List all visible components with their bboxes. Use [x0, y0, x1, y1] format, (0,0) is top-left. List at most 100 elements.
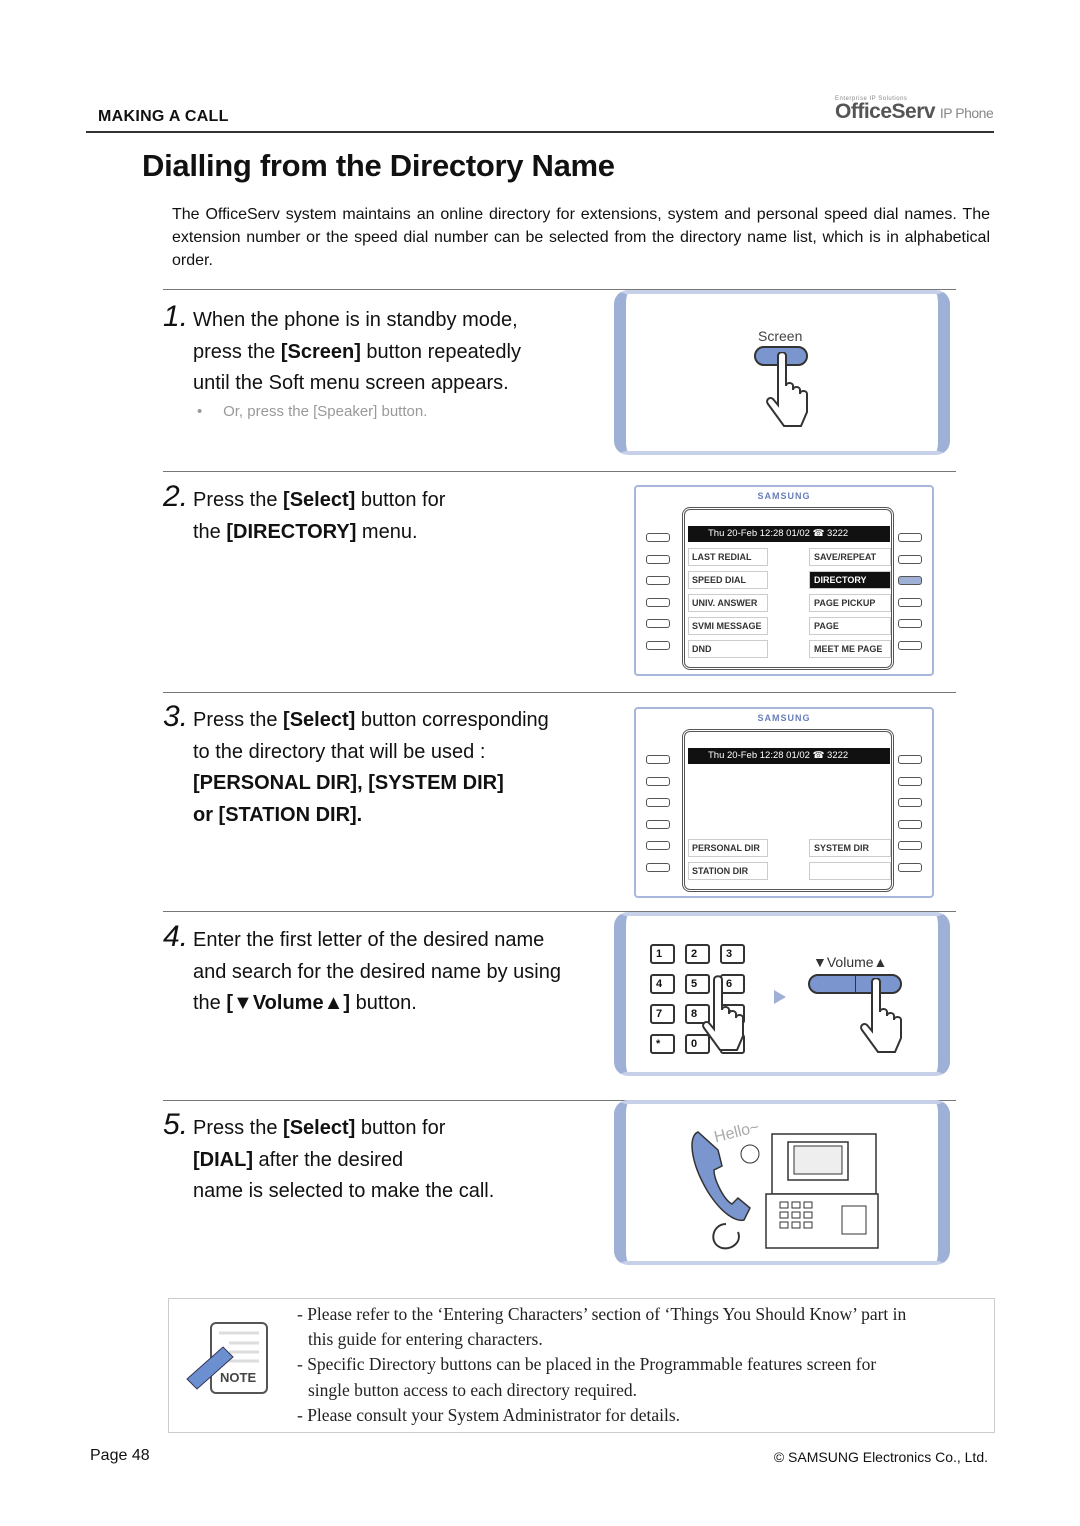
step-key: [▼Volume▲]: [226, 992, 351, 1014]
soft-key-left: [646, 533, 670, 542]
step-text: button.: [350, 992, 417, 1014]
step-text: Press the: [193, 709, 284, 731]
phone-lcd-directory-select: SAMSUNG Thu 20-Feb 12:28 01/02 ☎ 3222 PERS…: [634, 707, 934, 898]
lcd-menu-item: PAGE: [809, 617, 891, 635]
step-text: menu.: [356, 520, 418, 543]
pointing-hand-icon: [766, 352, 808, 427]
phone-call-illustration: Hello~: [614, 1100, 950, 1265]
copyright: © SAMSUNG Electronics Co., Ltd.: [773, 1449, 988, 1465]
step-text: button for: [355, 489, 446, 511]
soft-key-left: [646, 819, 670, 829]
step-text: to the directory that will be used :: [193, 740, 486, 763]
divider: [163, 692, 956, 693]
step-text: When the phone is in standby mode,: [193, 309, 518, 331]
step-text: button corresponding: [355, 709, 549, 731]
step-key: [Select]: [283, 1117, 356, 1139]
page-title: Dialling from the Directory Name: [142, 148, 615, 183]
lcd-menu-item: SVMI MESSAGE: [688, 617, 768, 635]
soft-key-right: [898, 554, 922, 564]
desk-phone-icon: [691, 1131, 879, 1250]
note-item: - Please consult your System Administrat…: [297, 1404, 681, 1425]
note-item: - Please refer to the ‘Entering Characte…: [297, 1304, 907, 1324]
lcd-menu-item: SAVE/REPEAT: [809, 548, 891, 566]
soft-key-right: [898, 576, 922, 585]
volume-label: ▼Volume▲: [813, 954, 888, 970]
lcd-menu-item: DIRECTORY: [809, 571, 891, 589]
soft-key-left: [646, 619, 670, 628]
phone-brand: SAMSUNG: [757, 713, 811, 723]
step-text: Press the: [193, 1117, 284, 1139]
step-key: [Select]: [283, 709, 356, 731]
soft-key-right: [898, 819, 922, 829]
keypad-key-*: *: [650, 1034, 675, 1054]
section-label: MAKING A CALL: [98, 108, 229, 125]
step-text: button for: [355, 1117, 446, 1139]
lcd-menu-item: DND: [688, 640, 768, 658]
step-text: and search for the desired name by using: [193, 960, 561, 983]
keypad-key-1: 1: [650, 944, 675, 964]
soft-key-right: [898, 597, 922, 607]
step-number: 4.: [163, 920, 189, 953]
soft-key-left: [646, 798, 670, 807]
soft-key-right: [898, 640, 922, 650]
soft-key-left: [646, 597, 670, 607]
note-item: single button access to each directory r…: [308, 1379, 637, 1400]
step-1: 1. When the phone is in standby mode, pr…: [163, 301, 521, 400]
soft-key-left: [646, 841, 670, 850]
soft-key-right: [898, 533, 922, 542]
keypad-key-4: 4: [650, 974, 675, 994]
lcd-menu-item: [809, 862, 891, 880]
step-number: 1.: [163, 300, 189, 333]
step-text: the: [193, 520, 227, 543]
logo-product: IP Phone: [939, 105, 994, 121]
step-5: 5. Press the [Select] button for [DIAL] …: [163, 1109, 495, 1208]
step-3: 3. Press the [Select] button correspondi…: [163, 701, 549, 831]
pointing-hand-icon: [702, 975, 744, 1051]
screen-label: Screen: [758, 328, 803, 344]
keypad-volume-illustration: 123456789*0# ▼Volume▲: [614, 912, 950, 1076]
step-text: Enter the first letter of the desired na…: [193, 929, 545, 951]
soft-key-left: [646, 554, 670, 564]
soft-key-right: [898, 798, 922, 807]
phone-lcd-directory-menu: SAMSUNG Thu 20-Feb 12:28 01/02 ☎ 3222 LAST…: [634, 485, 934, 676]
lcd-status-bar: Thu 20-Feb 12:28 01/02 ☎ 3222: [688, 526, 890, 542]
note-text: - Please refer to the ‘Entering Characte…: [297, 1302, 987, 1428]
divider: [163, 471, 956, 472]
soft-key-right: [898, 841, 922, 850]
step-text: after the desired: [252, 1148, 404, 1171]
bullet-text: Or, press the [Speaker] button.: [223, 403, 428, 420]
step-2: 2. Press the [Select] button for the [DI…: [163, 481, 446, 548]
step-text: name is selected to make the call.: [193, 1180, 495, 1202]
step-text: button repeatedly: [360, 340, 521, 363]
pointing-hand-icon: [860, 978, 902, 1053]
step-number: 5.: [163, 1108, 189, 1141]
lcd-status-bar: Thu 20-Feb 12:28 01/02 ☎ 3222: [688, 748, 890, 764]
step-key: [Select]: [283, 489, 356, 511]
step-key: [DIAL]: [193, 1148, 253, 1171]
step-text: press the: [193, 340, 281, 363]
note-label: NOTE: [220, 1370, 256, 1385]
note-item: this guide for entering characters.: [308, 1329, 543, 1350]
step-key: [PERSONAL DIR], [SYSTEM DIR]: [193, 772, 504, 794]
keypad-key-3: 3: [720, 944, 745, 964]
arrow-right-icon: [774, 990, 786, 1004]
step-number: 3.: [163, 700, 189, 733]
lcd-display: Thu 20-Feb 12:28 01/02 ☎ 3222 LAST REDIAL…: [682, 507, 894, 670]
keypad-key-2: 2: [685, 944, 710, 964]
soft-key-left: [646, 862, 670, 872]
lcd-menu-item: UNIV. ANSWER: [688, 594, 768, 612]
officeserv-logo: Enterprise IP Solutions OfficeServ IP Ph…: [835, 96, 995, 123]
step-key: or [STATION DIR].: [193, 803, 363, 826]
soft-key-left: [646, 576, 670, 585]
soft-key-left: [646, 755, 670, 764]
intro-paragraph: The OfficeServ system maintains an onlin…: [172, 206, 990, 269]
step-text: until the Soft menu screen appears.: [193, 372, 509, 394]
step-4: 4. Enter the first letter of the desired…: [163, 921, 561, 1020]
keypad-key-7: 7: [650, 1004, 675, 1024]
soft-key-left: [646, 640, 670, 650]
soft-key-right: [898, 862, 922, 872]
note-item: - Specific Directory buttons can be plac…: [297, 1354, 877, 1375]
soft-key-right: [898, 776, 922, 786]
lcd-menu-item: STATION DIR: [688, 862, 768, 880]
lcd-menu-item: SYSTEM DIR: [809, 839, 891, 857]
